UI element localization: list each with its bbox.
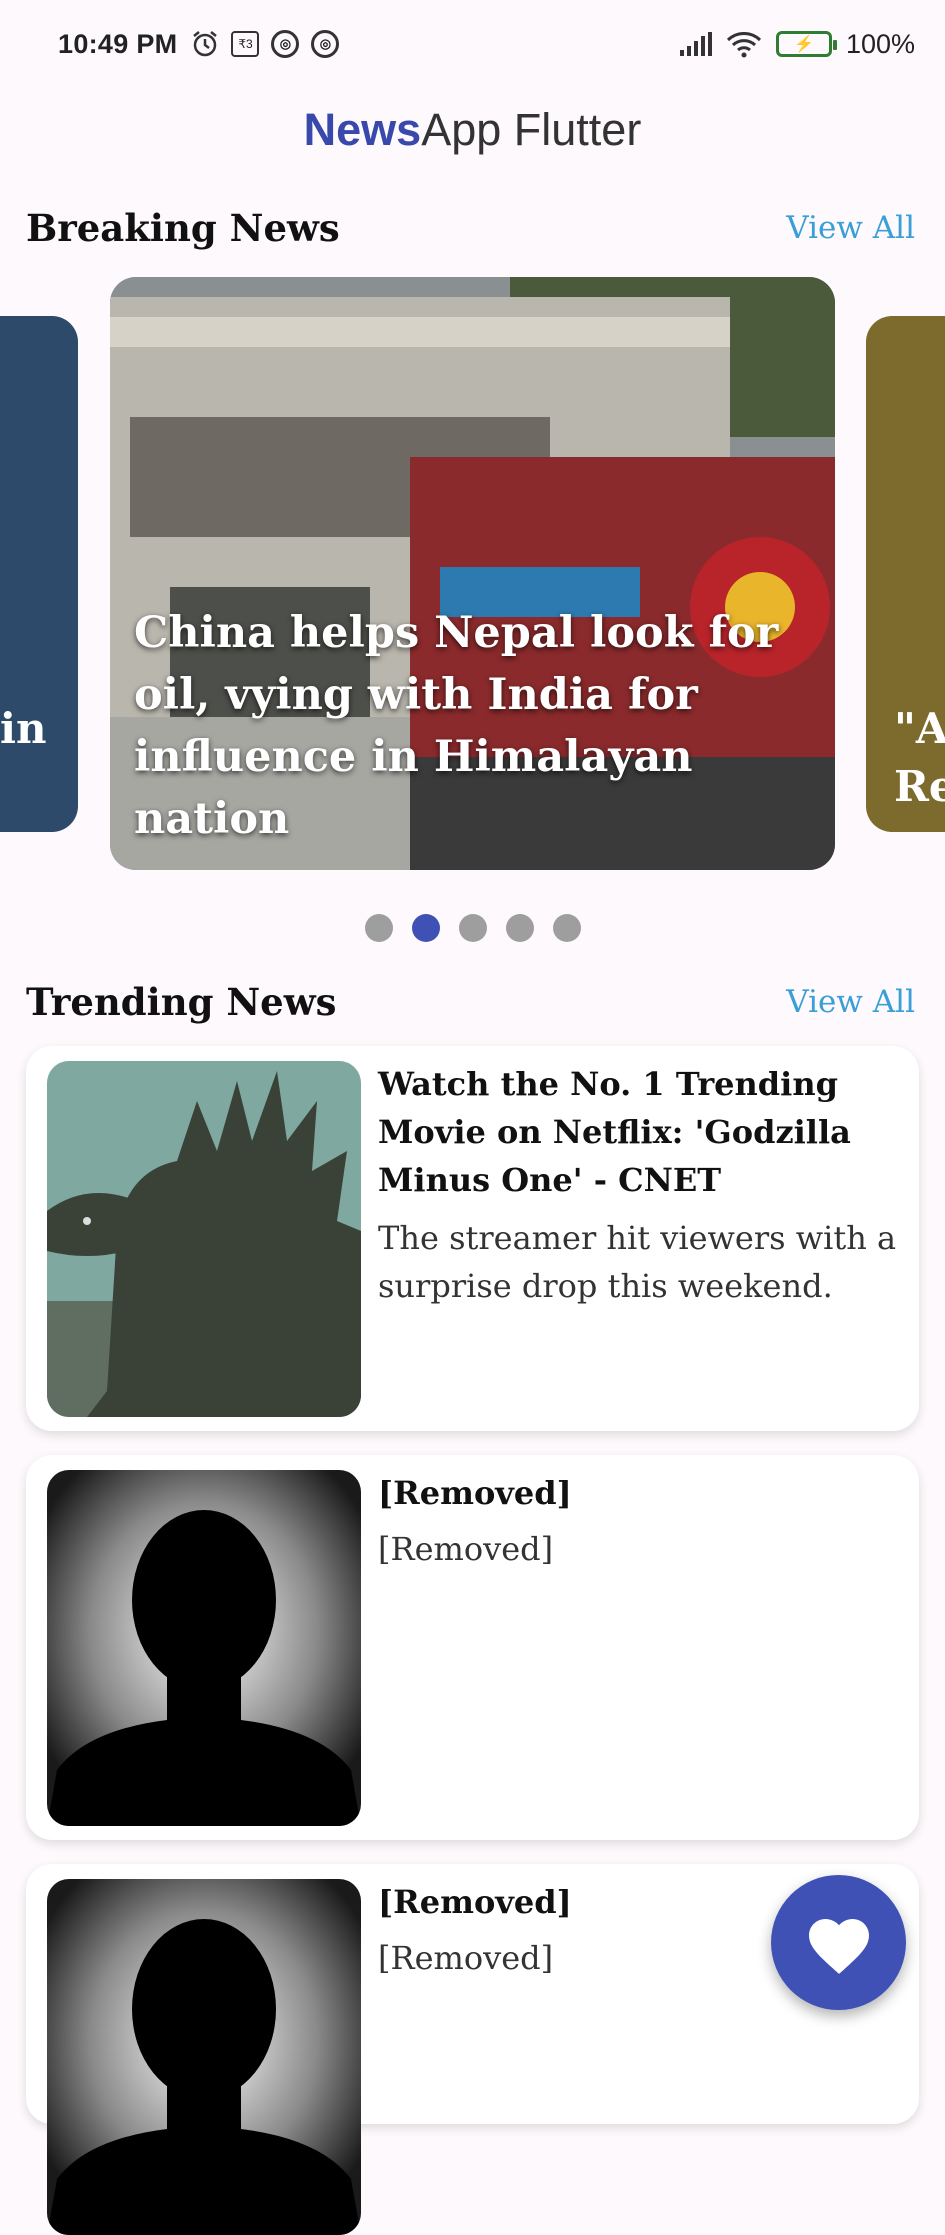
carousel-headline: China helps Nepal look for oil, vying wi… [134, 608, 779, 844]
breaking-news-header: Breaking News View All [26, 206, 915, 250]
trending-news-title: Trending News [26, 980, 337, 1024]
trending-card-title: [Removed] [378, 1474, 572, 1512]
status-bar: 10:49 PM ₹3 ◎ ◎ ⚡ 100% [0, 0, 945, 88]
trending-card-description: The streamer hit viewers with a surprise… [378, 1219, 897, 1305]
godzilla-image [47, 1061, 361, 1417]
news-thumbnail [47, 1470, 361, 1826]
carousel-next-text-2: Re [894, 762, 945, 811]
placeholder-avatar-image [47, 1470, 361, 1826]
pagination-dot[interactable] [552, 914, 581, 942]
carousel-card-current[interactable]: China helps Nepal look for oil, vying wi… [110, 277, 835, 870]
alarm-icon [193, 31, 218, 57]
trending-view-all-link[interactable]: View All [786, 984, 915, 1020]
status-left-icons: ₹3 ◎ ◎ [191, 30, 340, 58]
carousel-card-next[interactable]: "A Re [866, 316, 945, 832]
battery-percent: 100% [845, 28, 915, 59]
pagination-dot[interactable] [458, 914, 487, 942]
placeholder-avatar-image [47, 1879, 361, 2235]
battery-icon: ⚡ [775, 31, 837, 57]
app-title: NewsApp Flutter [0, 104, 945, 156]
news-thumbnail [47, 1879, 361, 2235]
heart-icon [808, 1918, 869, 1974]
signal-icon [679, 32, 712, 56]
pagination-dot[interactable] [364, 914, 393, 942]
trending-news-header: Trending News View All [26, 980, 915, 1024]
status-right-icons: ⚡ 100% [679, 28, 915, 60]
trending-card-description: [Removed] [378, 1530, 554, 1568]
trending-card-title: Watch the No. 1 Trending Movie on Netfli… [378, 1065, 851, 1199]
carousel-next-text-1: "A [894, 704, 945, 753]
app-icon: ◎ [271, 30, 300, 58]
news-thumbnail [47, 1061, 361, 1417]
carousel-prev-text: in [0, 704, 47, 753]
carousel-card-prev[interactable]: in [0, 316, 78, 832]
app-icon: ◎ [311, 30, 340, 58]
status-time: 10:49 PM [58, 28, 178, 59]
carousel-pagination [0, 914, 945, 942]
app-title-rest: App Flutter [421, 104, 642, 155]
pagination-dot[interactable] [505, 914, 534, 942]
breaking-news-title: Breaking News [26, 206, 340, 250]
rupee-icon: ₹3 [231, 31, 260, 57]
trending-card[interactable]: Watch the No. 1 Trending Movie on Netfli… [26, 1046, 919, 1431]
wifi-icon [726, 32, 761, 58]
app-title-brand: News [303, 104, 422, 155]
pagination-dot[interactable] [411, 914, 440, 942]
breaking-view-all-link[interactable]: View All [786, 210, 915, 246]
trending-card[interactable]: [Removed] [Removed] [26, 1455, 919, 1840]
favorites-fab-button[interactable] [771, 1875, 906, 2010]
